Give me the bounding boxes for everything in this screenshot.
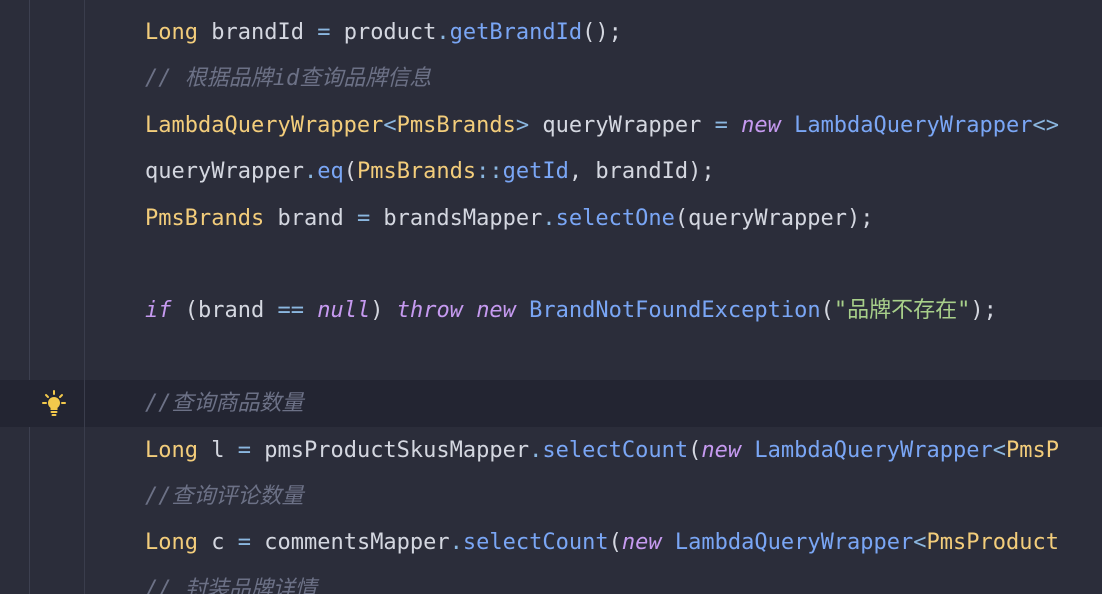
- code-token: ): [370, 298, 397, 324]
- code-token: .: [449, 530, 463, 556]
- code-token: product: [330, 20, 437, 45]
- code-token: commentsMapper: [250, 530, 450, 556]
- code-token: queryWrapper: [145, 159, 304, 185]
- code-token: <: [383, 112, 397, 138]
- code-token: =: [714, 112, 728, 138]
- code-token: //查询评论数量: [145, 484, 304, 509]
- code-token: brandsMapper: [370, 205, 543, 231]
- code-token: PmsBrands: [396, 112, 516, 138]
- code-token: //查询商品数量: [145, 391, 304, 417]
- code-token: selectCount: [462, 530, 609, 556]
- code-token: eq: [317, 159, 344, 185]
- code-token: PmsBrands: [145, 205, 265, 231]
- code-token: selectCount: [542, 437, 689, 463]
- code-token: (brand: [171, 298, 278, 324]
- code-token: =: [317, 20, 331, 45]
- code-token: );: [970, 298, 997, 324]
- code-token: new: [621, 530, 662, 556]
- code-line[interactable]: Long c = commentsMapper.selectCount(new …: [145, 520, 1059, 566]
- code-line[interactable]: Long brandId = product.getBrandId();: [145, 10, 622, 56]
- code-token: =: [237, 437, 251, 463]
- code-token: c: [197, 530, 238, 556]
- code-token: "品牌不存在": [833, 298, 971, 324]
- code-token: .: [436, 20, 450, 45]
- code-line[interactable]: //查询评论数量: [145, 474, 304, 520]
- editor-gutter: [0, 0, 84, 594]
- indent-guide: [84, 0, 85, 594]
- code-token: (: [343, 159, 357, 185]
- code-line[interactable]: // 根据品牌id查询品牌信息: [145, 56, 431, 102]
- code-token: LambdaQueryWrapper: [741, 437, 993, 463]
- code-token: PmsP: [1006, 437, 1059, 463]
- code-token: <>: [1032, 112, 1060, 138]
- code-token: queryWrapper: [529, 112, 715, 138]
- code-token: .: [529, 437, 543, 463]
- code-token: brand: [264, 205, 357, 231]
- code-token: .: [542, 205, 556, 231]
- code-line[interactable]: LambdaQueryWrapper<PmsBrands> queryWrapp…: [145, 103, 1059, 149]
- code-line[interactable]: // 封装品牌详情: [145, 567, 317, 594]
- code-token: new: [476, 298, 516, 324]
- code-token: <: [913, 530, 927, 556]
- code-token: Long: [145, 530, 198, 556]
- code-token: =: [237, 530, 251, 556]
- code-token: LambdaQueryWrapper: [145, 112, 384, 138]
- code-token: .: [303, 159, 318, 185]
- code-token: (: [688, 437, 702, 463]
- code-token: (: [608, 530, 622, 556]
- code-token: PmsBrands: [356, 159, 477, 185]
- code-token: ();: [582, 20, 622, 45]
- code-token: // 封装品牌详情: [145, 576, 317, 594]
- code-token: getBrandId: [449, 20, 583, 45]
- code-line[interactable]: queryWrapper.eq(PmsBrands::getId, brandI…: [145, 149, 715, 195]
- code-token: ::: [476, 159, 503, 185]
- code-token: >: [515, 112, 530, 138]
- code-token: <: [992, 437, 1007, 463]
- code-token: // 根据品牌id查询品牌信息: [145, 66, 432, 92]
- code-token: BrandNotFoundException: [515, 298, 821, 324]
- code-token: brandId: [197, 20, 318, 45]
- code-token: Long: [145, 437, 198, 463]
- code-token: LambdaQueryWrapper: [661, 530, 914, 556]
- code-line[interactable]: Long l = pmsProductSkusMapper.selectCoun…: [145, 428, 1059, 474]
- code-token: PmsProduct: [926, 530, 1059, 556]
- code-token: throw: [396, 298, 463, 324]
- code-token: (: [820, 298, 834, 324]
- code-token: selectOne: [555, 205, 675, 231]
- code-line[interactable]: if (brand == null) throw new BrandNotFou…: [145, 288, 997, 334]
- lightbulb-icon[interactable]: [40, 390, 68, 418]
- gutter-divider: [29, 0, 30, 594]
- code-token: l: [197, 437, 238, 463]
- code-token: Long: [145, 20, 198, 45]
- code-line[interactable]: PmsBrands brand = brandsMapper.selectOne…: [145, 196, 874, 242]
- code-token: , brandId);: [568, 159, 715, 185]
- code-token: ==: [277, 298, 304, 324]
- code-token: new: [741, 112, 781, 138]
- code-token: getId: [502, 159, 569, 185]
- code-token: pmsProductSkusMapper: [250, 437, 530, 463]
- code-token: =: [356, 205, 371, 231]
- code-token: new: [701, 437, 742, 463]
- code-token: null: [317, 298, 371, 324]
- code-token: (queryWrapper);: [674, 205, 874, 231]
- code-token: LambdaQueryWrapper: [780, 112, 1033, 138]
- code-token: if: [145, 298, 172, 324]
- code-line[interactable]: //查询商品数量: [145, 381, 304, 427]
